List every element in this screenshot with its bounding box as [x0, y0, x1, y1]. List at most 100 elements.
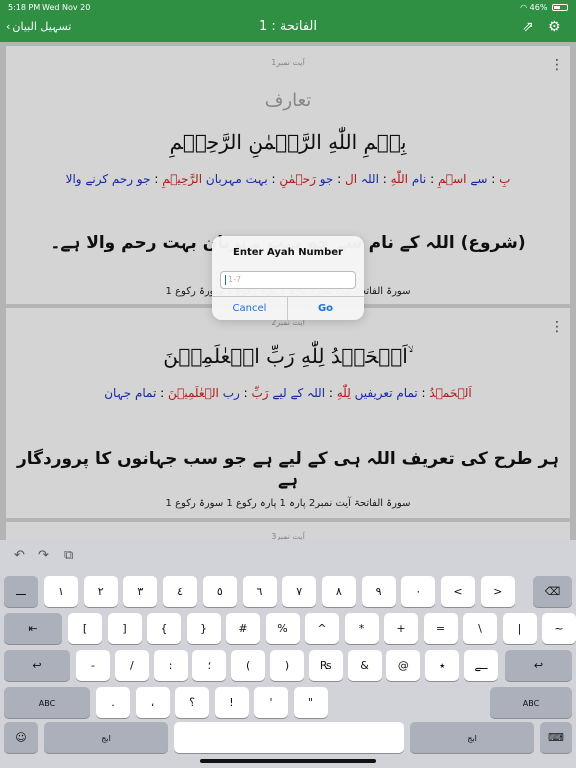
- key-label: ؟: [189, 696, 195, 709]
- shift-key-left-label: ABC: [38, 699, 56, 708]
- key[interactable]: (: [231, 650, 266, 681]
- tatweel-key[interactable]: ـــ: [4, 576, 38, 607]
- key[interactable]: ٠: [401, 576, 436, 607]
- page-title: الفاتحة : 1: [258, 19, 317, 34]
- redo-icon[interactable]: ↷: [38, 548, 49, 563]
- cancel-button[interactable]: Cancel: [212, 297, 287, 320]
- key[interactable]: ؟: [175, 687, 209, 718]
- key-label: ٧: [296, 585, 303, 598]
- key[interactable]: *: [344, 613, 379, 644]
- key[interactable]: ــے: [464, 650, 498, 681]
- hide-keyboard-key[interactable]: ⌨: [540, 722, 572, 753]
- key[interactable]: ": [293, 687, 328, 718]
- key[interactable]: #: [226, 613, 260, 644]
- key[interactable]: ٣: [123, 576, 158, 607]
- key[interactable]: ٩: [361, 576, 396, 607]
- mode-key-right-label: ابج: [467, 734, 477, 743]
- key[interactable]: .: [96, 687, 130, 718]
- key-label: >: [493, 585, 503, 598]
- status-time: 5:18 PM: [8, 3, 41, 12]
- ayah-number-input[interactable]: 1-7: [220, 271, 356, 289]
- key-label: ٥: [216, 585, 223, 598]
- key[interactable]: %: [265, 613, 300, 644]
- key-label: ؛: [207, 659, 212, 672]
- key[interactable]: ،: [135, 687, 170, 718]
- key[interactable]: [: [68, 613, 102, 644]
- return-key-label: ↩: [533, 659, 544, 672]
- return-key-left-label: ↩: [32, 659, 42, 672]
- key[interactable]: ]: [107, 613, 142, 644]
- emoji-key[interactable]: ☺: [4, 722, 38, 753]
- paste-icon[interactable]: ⧉: [64, 548, 73, 563]
- return-key-left[interactable]: ↩: [4, 650, 70, 681]
- key[interactable]: =: [423, 613, 458, 644]
- mode-key-right[interactable]: ابج: [410, 722, 534, 753]
- key[interactable]: ~: [542, 613, 576, 644]
- space-key[interactable]: [174, 722, 404, 753]
- key[interactable]: ؛: [192, 650, 227, 681]
- key-label: ٢: [97, 585, 104, 598]
- tab-key[interactable]: ⇤: [4, 613, 62, 644]
- key[interactable]: ٥: [202, 576, 237, 607]
- key-label: \: [478, 622, 482, 635]
- key-label: ٨: [335, 585, 342, 598]
- delete-key-label: ⌫: [544, 585, 561, 598]
- shift-key-left[interactable]: ABC: [4, 687, 90, 718]
- key[interactable]: ٨: [321, 576, 356, 607]
- status-bar: 5:18 PM Wed Nov 20 ◠ 46%: [0, 0, 576, 14]
- key[interactable]: ٤: [163, 576, 198, 607]
- nav-header: ‹ تسہیل البیان الفاتحة : 1 ⇗ ⚙: [0, 14, 576, 42]
- shift-key-right[interactable]: ABC: [490, 687, 572, 718]
- key-label: }: [200, 622, 207, 635]
- key-label: ٭: [439, 659, 446, 672]
- key-label: <: [453, 585, 463, 598]
- key-label: -: [91, 659, 95, 672]
- key-label: #: [238, 622, 248, 635]
- key[interactable]: !: [214, 687, 249, 718]
- delete-key[interactable]: ⌫: [533, 576, 572, 607]
- hide-keyboard-key-label: ⌨: [548, 731, 564, 744]
- key-label: =: [435, 622, 446, 635]
- dialog-title: Enter Ayah Number: [233, 247, 343, 258]
- status-date: Wed Nov 20: [42, 3, 91, 12]
- key[interactable]: ^: [305, 613, 339, 644]
- tab-key-label: ⇤: [28, 622, 38, 635]
- key[interactable]: ٢: [83, 576, 118, 607]
- undo-icon[interactable]: ↶: [14, 548, 25, 563]
- key-label: &: [360, 659, 369, 672]
- key[interactable]: \: [463, 613, 497, 644]
- key[interactable]: :: [153, 650, 188, 681]
- key[interactable]: ٦: [242, 576, 277, 607]
- key[interactable]: ٧: [282, 576, 317, 607]
- key-label: ٦: [256, 585, 263, 598]
- key[interactable]: }: [186, 613, 221, 644]
- top-bar: 5:18 PM Wed Nov 20 ◠ 46% ‹ تسہیل البیان …: [0, 0, 576, 42]
- share-icon[interactable]: ⇗: [522, 19, 534, 35]
- battery-fill: [554, 6, 560, 9]
- key[interactable]: /: [114, 650, 149, 681]
- key-label: |: [517, 622, 522, 635]
- return-key[interactable]: ↩: [505, 650, 572, 681]
- mode-key-left[interactable]: ابج: [44, 722, 168, 753]
- key[interactable]: ٭: [425, 650, 460, 681]
- key[interactable]: -: [76, 650, 110, 681]
- key-label: ): [284, 659, 290, 672]
- key[interactable]: |: [502, 613, 537, 644]
- home-indicator: [200, 759, 376, 763]
- key[interactable]: &: [347, 650, 382, 681]
- key-label: {: [160, 622, 168, 635]
- key[interactable]: ١: [44, 576, 78, 607]
- key[interactable]: <: [441, 576, 475, 607]
- settings-icon[interactable]: ⚙: [548, 19, 561, 35]
- key[interactable]: +: [384, 613, 418, 644]
- battery-icon: [552, 4, 568, 11]
- status-right: ◠ 46%: [520, 3, 568, 12]
- key[interactable]: >: [480, 576, 515, 607]
- key[interactable]: ): [270, 650, 304, 681]
- key[interactable]: ₨: [308, 650, 343, 681]
- battery-percent: 46%: [529, 3, 548, 12]
- go-button[interactable]: Go: [288, 297, 363, 320]
- key[interactable]: {: [147, 613, 181, 644]
- key[interactable]: @: [386, 650, 421, 681]
- key[interactable]: ': [254, 687, 288, 718]
